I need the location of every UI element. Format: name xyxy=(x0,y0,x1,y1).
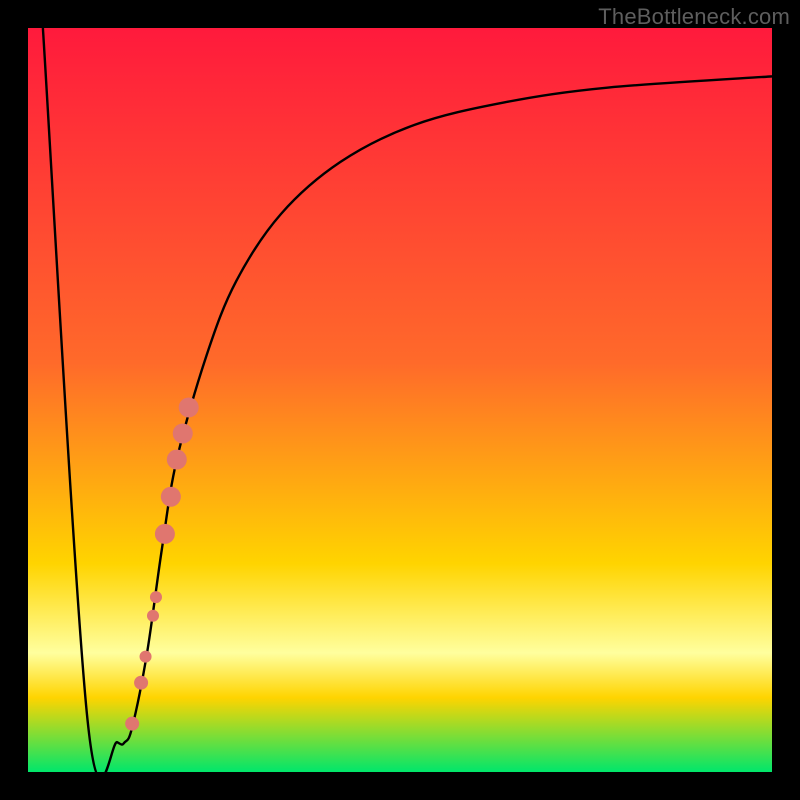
curve-marker xyxy=(134,676,148,690)
gradient-background xyxy=(28,28,772,772)
curve-marker xyxy=(150,591,162,603)
curve-marker xyxy=(140,651,152,663)
curve-marker xyxy=(179,397,199,417)
curve-marker xyxy=(161,487,181,507)
plot-area xyxy=(28,28,772,772)
bottleneck-chart xyxy=(28,28,772,772)
curve-marker xyxy=(147,610,159,622)
watermark-text: TheBottleneck.com xyxy=(598,4,790,30)
curve-marker xyxy=(167,450,187,470)
curve-marker xyxy=(173,423,193,443)
curve-marker xyxy=(125,717,139,731)
chart-frame: TheBottleneck.com xyxy=(0,0,800,800)
curve-marker xyxy=(155,524,175,544)
